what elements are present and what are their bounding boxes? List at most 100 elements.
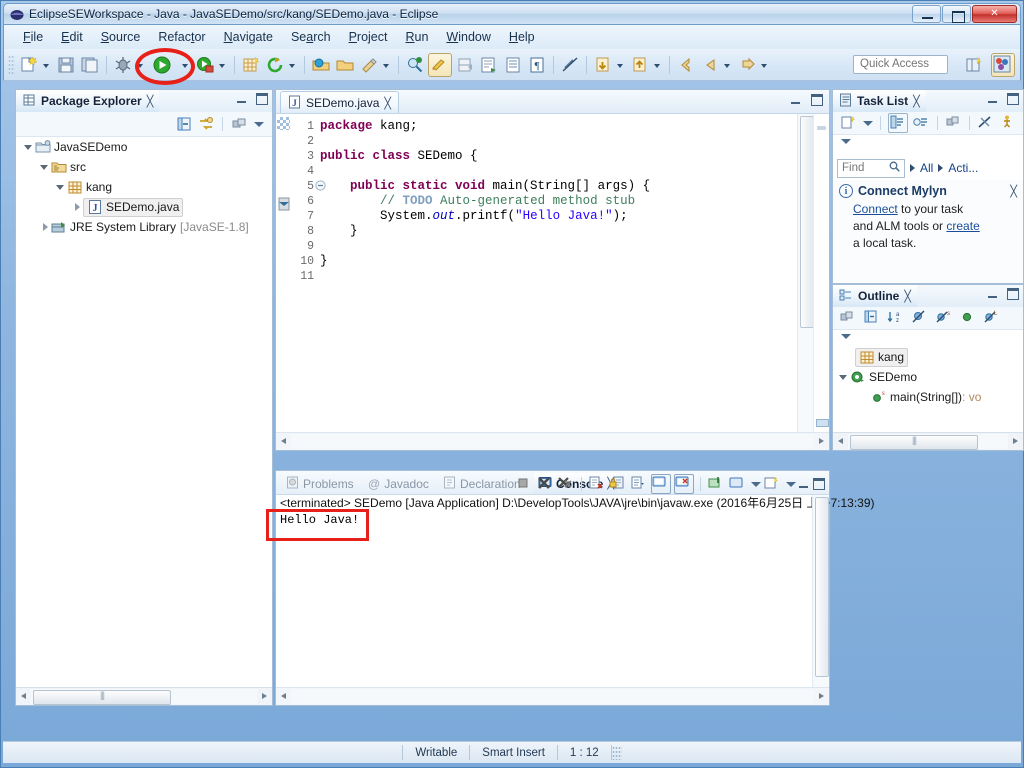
- skip-breakpoints-icon[interactable]: [358, 54, 380, 76]
- sort-icon[interactable]: az: [887, 309, 905, 327]
- save-icon[interactable]: [55, 54, 77, 76]
- hscroll-track[interactable]: [291, 689, 814, 704]
- terminate-icon[interactable]: [515, 475, 533, 493]
- menu-file[interactable]: FFileile: [14, 27, 52, 47]
- outline-view-menu-icon[interactable]: [839, 329, 853, 343]
- hscroll-track[interactable]: [31, 689, 257, 705]
- expand-arrow-icon[interactable]: [56, 182, 67, 193]
- focus-icon[interactable]: [839, 309, 857, 327]
- expand-arrow-icon[interactable]: [40, 162, 51, 173]
- menu-project[interactable]: Project: [340, 27, 397, 47]
- minimize-icon[interactable]: [236, 93, 248, 105]
- java-perspective-icon[interactable]: [991, 53, 1015, 77]
- outline-row-package[interactable]: kang: [833, 347, 1023, 367]
- minimize-icon[interactable]: [798, 478, 810, 490]
- filter-activity-arrow-icon[interactable]: [936, 163, 945, 173]
- vscroll-thumb[interactable]: [815, 497, 829, 677]
- menu-navigate[interactable]: Navigate: [215, 27, 282, 47]
- debug-dropdown-icon[interactable]: [135, 54, 146, 76]
- run-icon[interactable]: [151, 54, 173, 76]
- hscroll-track[interactable]: [848, 434, 1008, 450]
- open-type-icon[interactable]: [310, 54, 332, 76]
- expand-arrow-icon[interactable]: [839, 372, 850, 383]
- new-java-project-icon[interactable]: [240, 54, 262, 76]
- new-wizard-dropdown-icon[interactable]: [41, 54, 52, 76]
- display-selected-console-dropdown-icon[interactable]: [749, 477, 761, 491]
- package-explorer-tree[interactable]: JavaSEDemo src kang J SEDemo.java JRE Sy…: [16, 137, 272, 679]
- toolbar-grip[interactable]: [8, 54, 15, 75]
- open-perspective-icon[interactable]: [963, 54, 985, 76]
- scroll-left-icon[interactable]: [833, 434, 848, 449]
- forward-dropdown-icon[interactable]: [759, 54, 770, 76]
- run-dropdown-icon[interactable]: [180, 54, 191, 76]
- back-history-icon[interactable]: [675, 54, 697, 76]
- forward-icon[interactable]: [736, 54, 758, 76]
- tab-problems[interactable]: Problems: [282, 473, 358, 494]
- filter-all-label[interactable]: All: [920, 161, 933, 175]
- refresh-icon[interactable]: [264, 54, 286, 76]
- scroll-left-icon[interactable]: [276, 434, 291, 449]
- hscroll-thumb[interactable]: [850, 435, 978, 450]
- find-input[interactable]: Find: [837, 158, 905, 178]
- search-icon[interactable]: [889, 161, 900, 175]
- new-wizard-icon[interactable]: [18, 54, 40, 76]
- maximize-icon[interactable]: [1007, 93, 1019, 105]
- filter-activity-label[interactable]: Acti...: [948, 161, 978, 175]
- link-icon[interactable]: [559, 54, 581, 76]
- open-console-icon[interactable]: [763, 475, 781, 493]
- activate-task-icon[interactable]: [999, 114, 1017, 132]
- maximize-icon[interactable]: [811, 94, 823, 106]
- tab-javadoc[interactable]: @ Javadoc: [364, 473, 433, 494]
- view-menu-icon[interactable]: [252, 117, 266, 131]
- search-icon[interactable]: [404, 54, 426, 76]
- hscroll-thumb[interactable]: [33, 690, 171, 705]
- console-output[interactable]: <terminated> SEDemo [Java Application] D…: [276, 494, 875, 705]
- tree-row-project[interactable]: JavaSEDemo: [16, 137, 272, 157]
- new-task-dropdown-icon[interactable]: [861, 116, 873, 130]
- filter-all-arrow-icon[interactable]: [908, 163, 917, 173]
- hide-non-public-icon[interactable]: [959, 309, 977, 327]
- outline-tree[interactable]: kang SEDemo s main(String[]) : vo: [833, 347, 1023, 430]
- package-explorer-hscrollbar[interactable]: [16, 687, 272, 705]
- close-icon[interactable]: ╳: [147, 95, 154, 108]
- toggle-mark-occurrences-icon[interactable]: [428, 52, 452, 77]
- maximize-icon[interactable]: [813, 478, 825, 490]
- console-hscrollbar[interactable]: [276, 687, 829, 705]
- scroll-left-icon[interactable]: [276, 689, 291, 704]
- tree-row-java-file[interactable]: J SEDemo.java: [16, 197, 272, 217]
- tree-row-src[interactable]: src: [16, 157, 272, 177]
- categorized-presentation-icon[interactable]: [887, 113, 908, 133]
- maximize-icon[interactable]: [256, 93, 268, 105]
- new-task-icon[interactable]: [839, 114, 857, 132]
- editor-hscrollbar[interactable]: [276, 432, 829, 450]
- minimize-icon[interactable]: [987, 288, 999, 300]
- tab-declaration[interactable]: Declaration: [439, 473, 525, 494]
- close-icon[interactable]: ╳: [384, 97, 391, 110]
- next-annotation-dropdown-icon[interactable]: [652, 54, 663, 76]
- scheduled-presentation-icon[interactable]: [912, 114, 930, 132]
- show-console-on-error-icon[interactable]: [674, 474, 694, 494]
- close-icon[interactable]: ╳: [913, 95, 920, 108]
- close-icon[interactable]: ╳: [1010, 185, 1017, 198]
- next-annotation-icon[interactable]: [478, 54, 500, 76]
- hide-local-types-icon[interactable]: L: [983, 309, 1001, 327]
- menu-edit[interactable]: Edit: [52, 27, 92, 47]
- tab-package-explorer[interactable]: Package Explorer ╳: [16, 90, 160, 114]
- view-menu-focus-icon[interactable]: [230, 115, 248, 133]
- menu-help[interactable]: Help: [500, 27, 544, 47]
- back-dropdown-icon[interactable]: [722, 54, 733, 76]
- display-selected-console-icon[interactable]: [728, 475, 746, 493]
- editor-vscrollbar[interactable]: [797, 114, 814, 433]
- menu-refactor[interactable]: Refactor: [149, 27, 214, 47]
- quick-access-input[interactable]: Quick Access: [853, 55, 948, 74]
- create-link[interactable]: create: [946, 219, 979, 233]
- tab-task-list[interactable]: Task List ╳: [833, 90, 926, 114]
- refresh-dropdown-icon[interactable]: [287, 54, 298, 76]
- vscroll-thumb[interactable]: [800, 116, 814, 328]
- minimize-button[interactable]: [912, 5, 941, 23]
- previous-annotation-icon[interactable]: [592, 54, 614, 76]
- menu-window[interactable]: Window: [437, 27, 499, 47]
- scroll-right-icon[interactable]: [257, 689, 272, 704]
- status-grip[interactable]: [611, 745, 622, 760]
- outline-hscrollbar[interactable]: [833, 432, 1023, 450]
